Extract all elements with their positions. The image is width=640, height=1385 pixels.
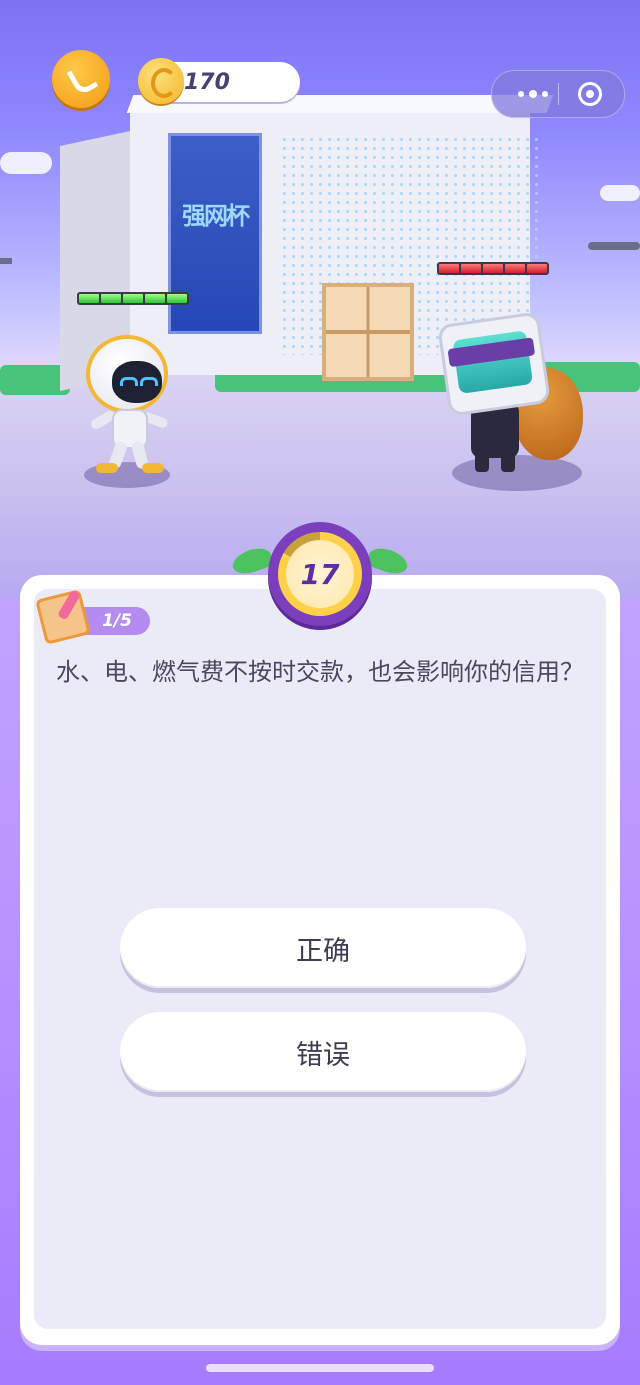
player-robot-character bbox=[80, 335, 180, 485]
street-lamp bbox=[0, 258, 12, 264]
home-return-icon[interactable] bbox=[52, 50, 110, 108]
health-segment bbox=[101, 294, 121, 303]
health-segment bbox=[527, 264, 547, 273]
health-segment bbox=[145, 294, 165, 303]
cloud bbox=[0, 152, 52, 174]
enemy-thief-character bbox=[435, 311, 585, 478]
health-segment bbox=[439, 264, 459, 273]
answer-false-button[interactable]: 错误 bbox=[120, 1012, 526, 1092]
timer-badge: 17 bbox=[268, 522, 372, 626]
miniprogram-capsule bbox=[491, 70, 625, 118]
question-progress: 1/5 bbox=[84, 607, 150, 635]
question-text: 水、电、燃气费不按时交款，也会影响你的信用？ bbox=[56, 658, 584, 686]
coin-count: 170 bbox=[184, 70, 230, 95]
answer-true-button[interactable]: 正确 bbox=[120, 908, 526, 988]
building-door bbox=[322, 283, 414, 381]
notepad-icon bbox=[35, 588, 91, 645]
player-health-bar bbox=[77, 292, 189, 305]
home-indicator[interactable] bbox=[206, 1364, 434, 1372]
health-segment bbox=[123, 294, 143, 303]
leaf-decoration bbox=[365, 543, 411, 579]
cloud bbox=[600, 185, 640, 201]
building-sign-text: 强网杯 bbox=[182, 202, 250, 230]
health-segment bbox=[79, 294, 99, 303]
health-segment bbox=[505, 264, 525, 273]
health-segment bbox=[461, 264, 481, 273]
enemy-health-bar bbox=[437, 262, 549, 275]
timer-seconds: 17 bbox=[300, 557, 340, 591]
health-segment bbox=[483, 264, 503, 273]
more-dots-icon[interactable] bbox=[508, 71, 558, 117]
target-close-icon[interactable] bbox=[578, 82, 602, 106]
gold-coin-icon bbox=[138, 58, 184, 104]
countdown-timer: 17 bbox=[229, 520, 411, 630]
health-segment bbox=[167, 294, 187, 303]
street-lamp bbox=[588, 242, 640, 250]
